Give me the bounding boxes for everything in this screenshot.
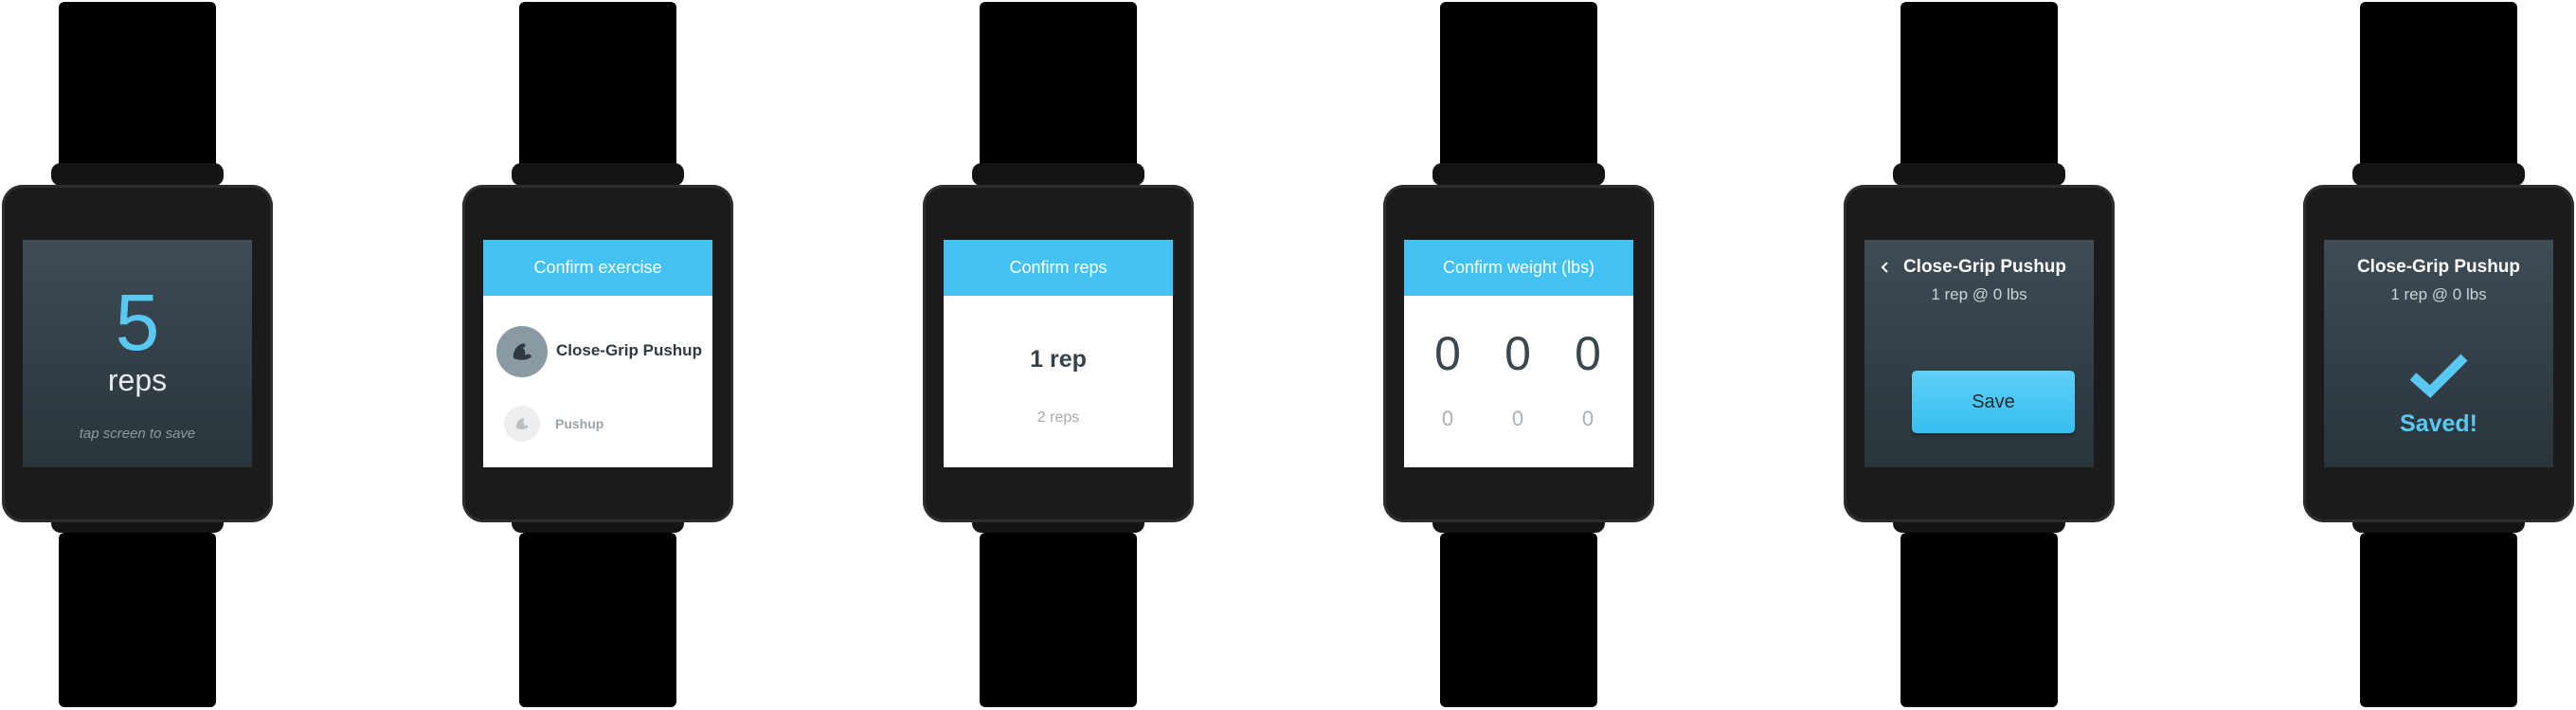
weight-digit-next: 0: [1441, 407, 1454, 430]
weight-digit-selected: 0: [1434, 327, 1461, 380]
watch-save-set: Close-Grip Pushup 1 rep @ 0 lbs Save: [1844, 0, 2115, 710]
watch-lug-top: [1432, 163, 1605, 186]
weight-digit-picker-tens[interactable]: 0 0: [1499, 240, 1537, 467]
screen-header: Confirm exercise: [483, 240, 712, 296]
watch-confirm-exercise: Confirm exercise Close-Grip Pushup Pushu…: [462, 0, 733, 710]
watch-lug-top: [512, 163, 684, 186]
watch-strap-bottom: [1900, 533, 2058, 707]
set-summary: 1 rep @ 0 lbs: [2390, 285, 2487, 303]
muscle-arm-icon[interactable]: [496, 326, 548, 377]
watch-case: Confirm reps 1 rep 2 reps: [923, 185, 1194, 522]
watch-strap-bottom: [1440, 533, 1597, 707]
watch-saved-confirmation: Close-Grip Pushup 1 rep @ 0 lbs Saved!: [2303, 0, 2574, 710]
watch-strap-top: [980, 2, 1137, 175]
watch-strap-bottom: [59, 533, 216, 707]
watch-case: Close-Grip Pushup 1 rep @ 0 lbs Save: [1844, 185, 2115, 522]
set-summary: 1 rep @ 0 lbs: [1931, 285, 2027, 303]
saved-status: Saved!: [2400, 410, 2477, 437]
saved-confirmation-screen: Close-Grip Pushup 1 rep @ 0 lbs Saved!: [2324, 240, 2553, 467]
watch-strap-top: [59, 2, 216, 175]
exercise-title: Close-Grip Pushup: [2356, 257, 2521, 277]
exercise-option-next[interactable]: Pushup: [555, 416, 603, 431]
weight-digit-picker-ones[interactable]: 0 0: [1569, 240, 1607, 467]
reps-option-selected[interactable]: 1 rep: [944, 346, 1173, 373]
tap-to-save-hint: tap screen to save: [79, 426, 196, 442]
weight-digit-next: 0: [1511, 407, 1524, 430]
watch-lug-top: [51, 163, 224, 186]
weight-digit-next: 0: [1581, 407, 1594, 430]
screen-header: Confirm reps: [944, 240, 1173, 296]
watch-lug-top: [972, 163, 1144, 186]
rep-unit-label: reps: [107, 363, 168, 397]
weight-digit-selected: 0: [1575, 327, 1601, 380]
watch-strap-bottom: [2360, 533, 2517, 707]
watch-strap-bottom: [519, 533, 676, 707]
rep-count: 5: [115, 278, 160, 367]
watch-reps-counter: 5 reps tap screen to save: [2, 0, 273, 710]
save-set-screen: Close-Grip Pushup 1 rep @ 0 lbs Save: [1864, 240, 2094, 467]
confirm-reps-screen: Confirm reps 1 rep 2 reps: [944, 240, 1173, 467]
exercise-title: Close-Grip Pushup: [1902, 257, 2067, 277]
watch-case: Confirm weight (lbs) 0 0 0 0 0 0: [1383, 185, 1654, 522]
watch-case: Close-Grip Pushup 1 rep @ 0 lbs Saved!: [2303, 185, 2574, 522]
watch-confirm-reps: Confirm reps 1 rep 2 reps: [923, 0, 1194, 710]
watch-case: Confirm exercise Close-Grip Pushup Pushu…: [462, 185, 733, 522]
confirm-exercise-screen: Confirm exercise Close-Grip Pushup Pushu…: [483, 240, 712, 467]
watch-confirm-weight: Confirm weight (lbs) 0 0 0 0 0 0: [1383, 0, 1654, 710]
watch-strap-top: [1440, 2, 1597, 175]
reps-option-next[interactable]: 2 reps: [944, 410, 1173, 427]
watch-lug-top: [2352, 163, 2525, 186]
weight-digit-picker-hundreds[interactable]: 0 0: [1429, 240, 1467, 467]
exercise-option-selected[interactable]: Close-Grip Pushup: [556, 341, 702, 360]
save-button[interactable]: Save: [1912, 371, 2075, 433]
confirm-weight-screen: Confirm weight (lbs) 0 0 0 0 0 0: [1404, 240, 1633, 467]
watch-strap-top: [2360, 2, 2517, 175]
reps-counter-screen[interactable]: 5 reps tap screen to save: [23, 240, 252, 467]
watch-case: 5 reps tap screen to save: [2, 185, 273, 522]
watch-strap-top: [1900, 2, 2058, 175]
weight-digit-selected: 0: [1504, 327, 1531, 380]
watch-strap-bottom: [980, 533, 1137, 707]
watch-lug-top: [1893, 163, 2065, 186]
watch-strap-top: [519, 2, 676, 175]
checkmark-icon: [2409, 354, 2468, 398]
muscle-arm-icon[interactable]: [504, 406, 540, 442]
